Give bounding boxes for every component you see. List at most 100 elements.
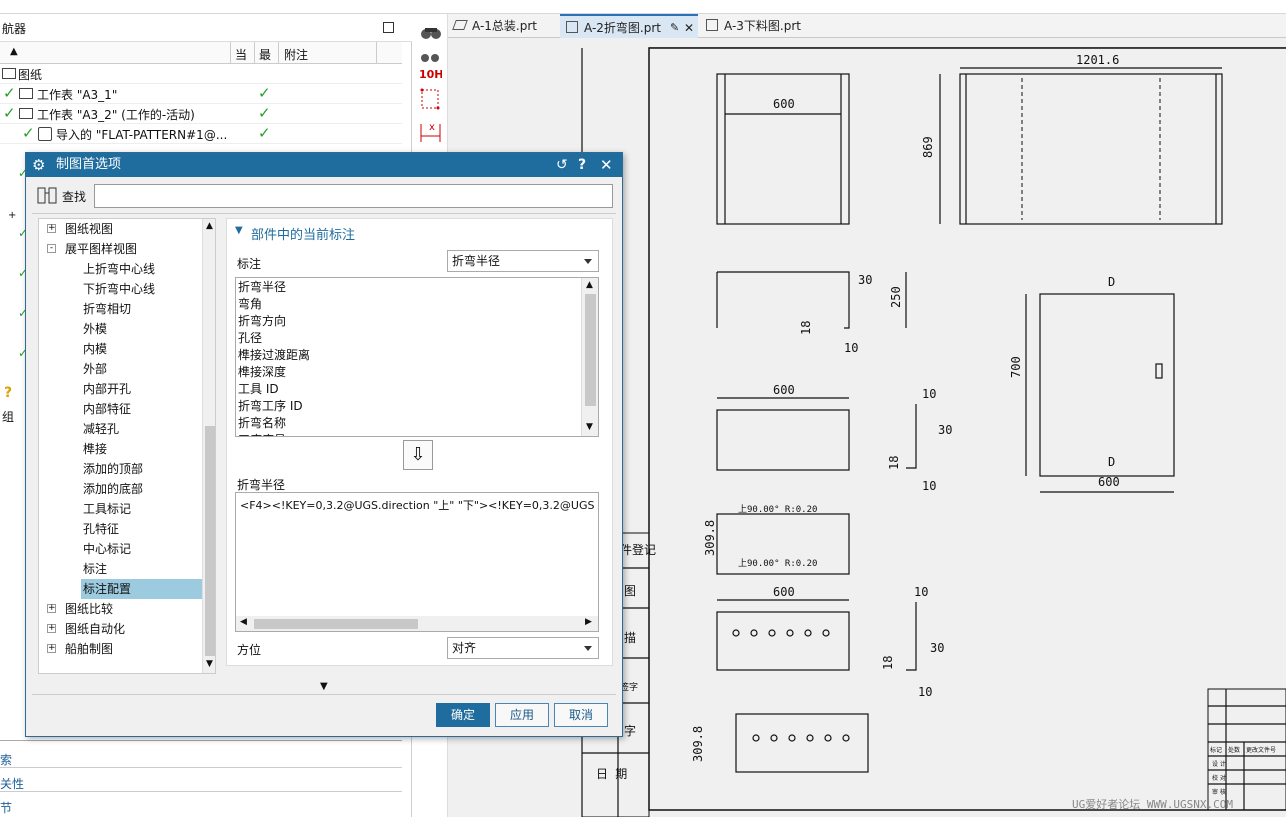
help-icon[interactable]: ? <box>578 153 586 177</box>
tree-item[interactable]: 内部特征 <box>39 399 202 419</box>
dialog-title-bar[interactable]: ⚙ 制图首选项 ↺ ? ✕ <box>26 153 622 177</box>
drawing-icon <box>566 21 578 33</box>
column-current[interactable]: 当 <box>235 46 247 63</box>
tree-item[interactable]: 标注配置 <box>39 579 202 599</box>
nav-section-details[interactable]: 节 <box>0 796 402 816</box>
tree-item[interactable]: 内模 <box>39 339 202 359</box>
annotation-select[interactable]: 折弯半径 <box>447 250 599 272</box>
nav-row-sheet-a3-2[interactable]: ✓ 工作表 "A3_2" (工作的-活动) ✓ <box>0 104 402 124</box>
annotation-list-item[interactable]: 折弯半径 <box>236 279 286 296</box>
search-input[interactable] <box>94 184 613 208</box>
search-label: 查找 <box>62 190 87 204</box>
navigator-title: 航器 <box>2 22 27 36</box>
tab-a2-bend[interactable]: A-2折弯图.prt ✎ ✕ <box>560 14 698 38</box>
tree-item[interactable]: 孔特征 <box>39 519 202 539</box>
tree-item[interactable]: 内部开孔 <box>39 379 202 399</box>
tree-item[interactable]: 减轻孔 <box>39 419 202 439</box>
close-tab-icon[interactable]: ✕ <box>684 16 694 40</box>
annotation-list-item[interactable]: 榫接过渡距离 <box>236 347 310 364</box>
svg-text:标记: 标记 <box>1210 746 1222 754</box>
tree-item-label: 榫接 <box>83 442 108 456</box>
close-icon[interactable]: ✕ <box>600 153 613 177</box>
list-scrollbar[interactable]: ▲ ▼ <box>581 278 598 436</box>
expand-icon[interactable]: + <box>47 644 56 653</box>
binoculars-icon[interactable] <box>420 26 442 40</box>
grid-icon[interactable] <box>419 86 443 116</box>
group-label: 组 <box>2 410 15 424</box>
tolerance-icon[interactable]: 10H7 <box>418 52 442 80</box>
sort-up-icon[interactable]: ▲ <box>10 46 18 57</box>
annotation-list[interactable]: 折弯半径弯角折弯方向孔径榫接过渡距离榫接深度工具 ID折弯工序 ID折弯名称工序… <box>235 277 599 437</box>
annotation-label: 标注 <box>237 257 262 271</box>
svg-text:日 期: 日 期 <box>596 767 627 781</box>
svg-text:250: 250 <box>889 286 903 308</box>
nav-section-relations[interactable]: 关性 <box>0 772 402 792</box>
nav-row-flat-pattern[interactable]: ✓ 导入的 "FLAT-PATTERN#1@... ✓ <box>0 124 402 144</box>
tree-item[interactable]: 添加的底部 <box>39 479 202 499</box>
reset-icon[interactable]: ↺ <box>556 153 568 177</box>
tree-item[interactable]: + 船舶制图 <box>39 639 202 659</box>
text-hscrollbar[interactable]: ◀ ▶ <box>236 616 598 631</box>
tab-a3-blank[interactable]: A-3下料图.prt <box>700 14 810 38</box>
tree-item[interactable]: + 图纸自动化 <box>39 619 202 639</box>
svg-text:审 核: 审 核 <box>1212 788 1226 796</box>
dimension-icon[interactable]: x <box>418 118 444 148</box>
tree-item-label: 图纸自动化 <box>65 622 126 636</box>
scrollbar-thumb[interactable] <box>205 426 215 656</box>
annotation-list-item[interactable]: 工序序号 <box>236 432 286 436</box>
annotation-list-item[interactable]: 孔径 <box>236 330 262 347</box>
annotation-list-item[interactable]: 工具 ID <box>236 381 279 398</box>
tree-item[interactable]: - 展平图样视图 <box>39 239 202 259</box>
section-title[interactable]: 部件中的当前标注 <box>251 224 355 243</box>
svg-text:30: 30 <box>858 273 872 287</box>
tree-item[interactable]: + 图纸比较 <box>39 599 202 619</box>
tree-item[interactable]: 上折弯中心线 <box>39 259 202 279</box>
dialog-title: 制图首选项 <box>56 157 122 172</box>
annotation-list-item[interactable]: 折弯方向 <box>236 313 286 330</box>
nav-row-drawing[interactable]: 图纸 <box>0 64 402 84</box>
settings-pane: ▼ 部件中的当前标注 标注 折弯半径 折弯半径 弯角 折弯方向 孔径 榫接过渡距离 榫接深… <box>226 218 613 666</box>
check-icon: ✓ <box>22 124 35 142</box>
column-latest[interactable]: 最 <box>259 46 271 63</box>
ok-button[interactable]: 确定 <box>436 703 490 727</box>
tree-item[interactable]: 添加的顶部 <box>39 459 202 479</box>
insert-down-arrow-button[interactable]: ⇩ <box>403 440 433 470</box>
expand-more-icon[interactable]: ▼ <box>320 681 328 692</box>
annotation-list-item[interactable]: 弯角 <box>236 296 262 313</box>
tab-a1-assembly[interactable]: A-1总装.prt <box>448 14 558 38</box>
annotation-text-area[interactable]: <F4><!KEY=0,3.2@UGS.direction "上" "下"><!… <box>235 492 599 632</box>
annotation-list-item[interactable]: 榫接深度 <box>236 364 286 381</box>
svg-text:30: 30 <box>930 641 944 655</box>
tree-item[interactable]: + 图纸视图 <box>39 219 202 239</box>
svg-text:10: 10 <box>844 341 858 355</box>
tree-scrollbar[interactable]: ▲ ▼ <box>202 219 215 673</box>
apply-button[interactable]: 应用 <box>495 703 549 727</box>
tree-item[interactable]: 外部 <box>39 359 202 379</box>
tree-item[interactable]: 折弯相切 <box>39 299 202 319</box>
expand-icon[interactable]: + <box>47 224 56 233</box>
expand-icon[interactable]: + <box>47 624 56 633</box>
tree-item[interactable]: 工具标记 <box>39 499 202 519</box>
tree-item[interactable]: 榫接 <box>39 439 202 459</box>
check-icon: ✓ <box>258 104 271 122</box>
column-note[interactable]: 附注 <box>284 46 308 63</box>
orientation-select[interactable]: 对齐 <box>447 637 599 659</box>
tree-item-label: 船舶制图 <box>65 642 114 656</box>
tree-item[interactable]: 中心标记 <box>39 539 202 559</box>
tree-item[interactable]: 外模 <box>39 319 202 339</box>
expand-icon[interactable]: + <box>47 604 56 613</box>
nav-section-search[interactable]: 索 <box>0 748 402 768</box>
collapse-icon[interactable]: ▼ <box>235 225 243 236</box>
watermark: UG爱好者论坛 WWW.UGSNX.COM <box>1072 797 1233 811</box>
collapse-icon[interactable]: - <box>47 244 56 253</box>
annotation-list-item[interactable]: 折弯名称 <box>236 415 286 432</box>
nav-row-sheet-a3-1[interactable]: ✓ 工作表 "A3_1" ✓ <box>0 84 402 104</box>
svg-text:描: 描 <box>624 631 636 645</box>
tree-item[interactable]: 下折弯中心线 <box>39 279 202 299</box>
sheet-icon <box>19 108 33 119</box>
svg-text:869: 869 <box>921 136 935 158</box>
annotation-list-item[interactable]: 折弯工序 ID <box>236 398 303 415</box>
maximize-icon[interactable] <box>383 22 394 33</box>
cancel-button[interactable]: 取消 <box>554 703 608 727</box>
tree-item[interactable]: 标注 <box>39 559 202 579</box>
